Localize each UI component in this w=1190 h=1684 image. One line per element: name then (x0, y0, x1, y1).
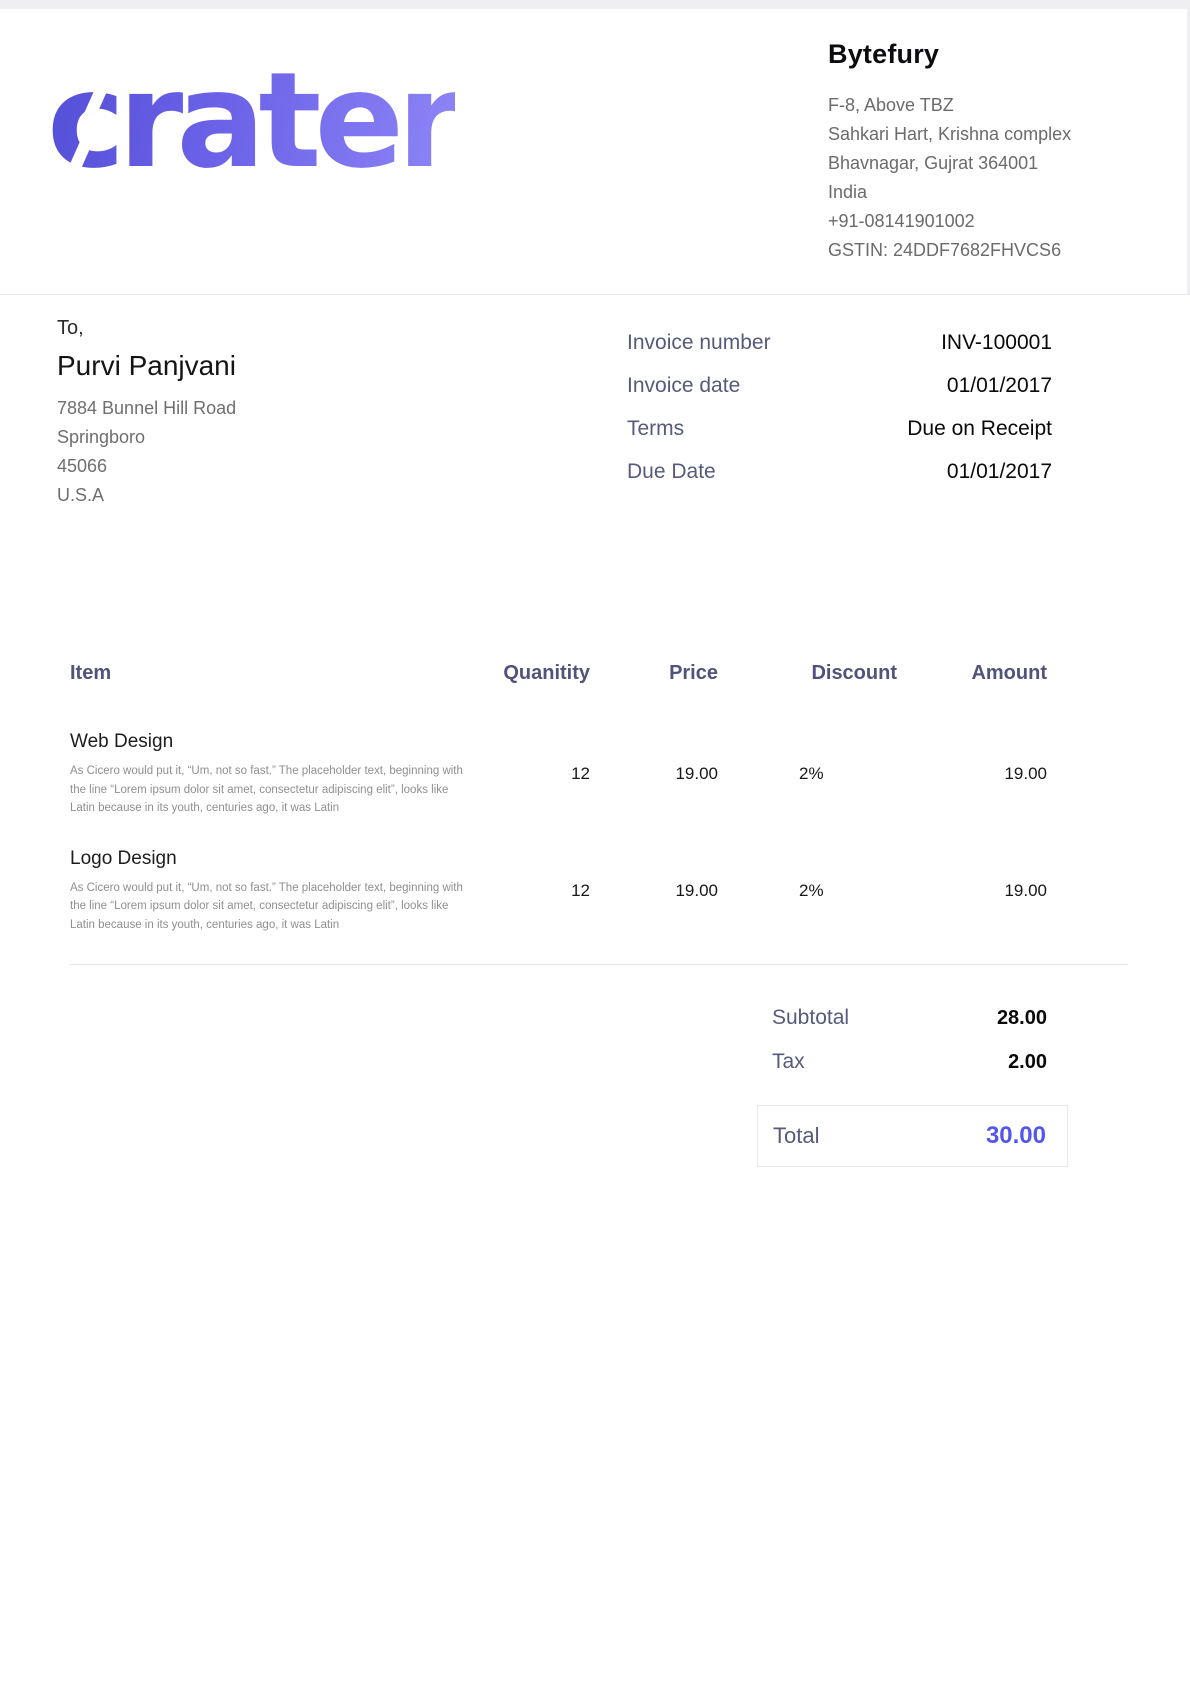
invoice-date-label: Invoice date (627, 372, 740, 400)
bill-to-address-line: 7884 Bunnel Hill Road (57, 394, 236, 423)
invoice-page: crater Bytefury F-8, Above TBZ Sahkari H… (0, 0, 1190, 1684)
items-table: Item Quanitity Price Discount Amount Web… (70, 662, 1128, 965)
bill-to-address-line: U.S.A (57, 481, 236, 510)
bill-to-label: To, (57, 317, 236, 340)
table-row: Logo Design As Cicero would put it, “Um,… (70, 848, 1128, 935)
tax-value: 2.00 (1008, 1051, 1047, 1074)
column-header-amount: Amount (897, 662, 1047, 685)
page-top-strip (0, 0, 1190, 9)
item-cell: Logo Design As Cicero would put it, “Um,… (70, 848, 470, 935)
item-discount: 2% (718, 764, 897, 784)
subtotal-value: 28.00 (997, 1007, 1047, 1030)
total-label: Total (773, 1123, 819, 1149)
info-section: To, Purvi Panjvani 7884 Bunnel Hill Road… (0, 295, 1190, 510)
item-discount: 2% (718, 881, 897, 901)
column-header-item: Item (70, 662, 470, 685)
totals-section: Subtotal 28.00 Tax 2.00 Total 30.00 (757, 1006, 1068, 1167)
item-name: Web Design (70, 731, 470, 753)
item-quantity: 12 (470, 764, 590, 784)
company-address-line: India (828, 178, 1128, 207)
item-price: 19.00 (590, 881, 718, 901)
meta-row-invoice-number: Invoice number INV-100001 (627, 329, 1052, 357)
company-address: F-8, Above TBZ Sahkari Hart, Krishna com… (828, 91, 1128, 265)
invoice-number-label: Invoice number (627, 329, 771, 357)
meta-row-terms: Terms Due on Receipt (627, 415, 1052, 443)
invoice-header: crater Bytefury F-8, Above TBZ Sahkari H… (0, 9, 1190, 295)
tax-row: Tax 2.00 (757, 1050, 1068, 1074)
meta-row-due-date: Due Date 01/01/2017 (627, 458, 1052, 486)
company-phone: +91-08141901002 (828, 207, 1128, 236)
item-amount: 19.00 (897, 881, 1047, 901)
invoice-meta: Invoice number INV-100001 Invoice date 0… (627, 329, 1052, 510)
table-row: Web Design As Cicero would put it, “Um, … (70, 731, 1128, 818)
subtotal-label: Subtotal (772, 1006, 849, 1030)
company-gstin: GSTIN: 24DDF7682FHVCS6 (828, 236, 1128, 265)
total-value: 30.00 (986, 1122, 1046, 1150)
column-header-price: Price (590, 662, 718, 685)
items-divider (70, 964, 1128, 965)
crater-logo-text: crater (47, 55, 455, 187)
bill-to-address-line: 45066 (57, 452, 236, 481)
item-name: Logo Design (70, 848, 470, 870)
invoice-number-value: INV-100001 (941, 329, 1052, 357)
meta-row-invoice-date: Invoice date 01/01/2017 (627, 372, 1052, 400)
items-table-header: Item Quanitity Price Discount Amount (70, 662, 1128, 685)
terms-label: Terms (627, 415, 684, 443)
item-price: 19.00 (590, 764, 718, 784)
invoice-date-value: 01/01/2017 (947, 372, 1052, 400)
due-date-value: 01/01/2017 (947, 458, 1052, 486)
total-box: Total 30.00 (757, 1105, 1068, 1167)
item-cell: Web Design As Cicero would put it, “Um, … (70, 731, 470, 818)
company-address-line: Bhavnagar, Gujrat 364001 (828, 149, 1128, 178)
column-header-discount: Discount (718, 662, 897, 685)
company-name: Bytefury (828, 39, 1128, 70)
item-description: As Cicero would put it, “Um, not so fast… (70, 762, 470, 818)
company-block: Bytefury F-8, Above TBZ Sahkari Hart, Kr… (828, 39, 1128, 294)
bill-to-address-line: Springboro (57, 423, 236, 452)
due-date-label: Due Date (627, 458, 716, 486)
company-address-line: Sahkari Hart, Krishna complex (828, 120, 1128, 149)
item-amount: 19.00 (897, 764, 1047, 784)
item-quantity: 12 (470, 881, 590, 901)
bill-to-block: To, Purvi Panjvani 7884 Bunnel Hill Road… (57, 317, 236, 510)
tax-label: Tax (772, 1050, 805, 1074)
crater-logo: crater (47, 55, 455, 294)
item-description: As Cicero would put it, “Um, not so fast… (70, 879, 470, 935)
bill-to-address: 7884 Bunnel Hill Road Springboro 45066 U… (57, 394, 236, 510)
company-address-line: F-8, Above TBZ (828, 91, 1128, 120)
subtotal-row: Subtotal 28.00 (757, 1006, 1068, 1030)
column-header-quantity: Quanitity (470, 662, 590, 685)
bill-to-name: Purvi Panjvani (57, 350, 236, 382)
terms-value: Due on Receipt (907, 415, 1052, 443)
